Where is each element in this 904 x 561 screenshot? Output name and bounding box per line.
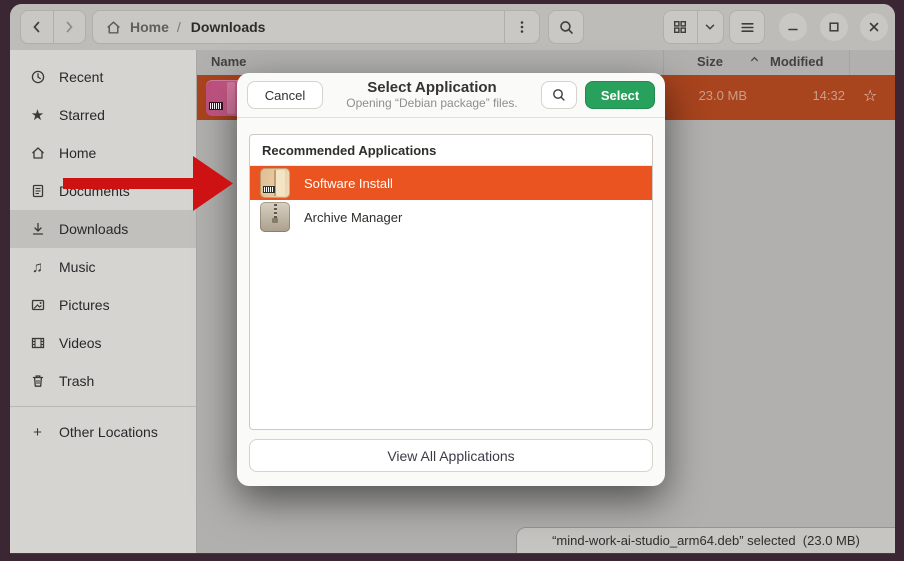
search-button[interactable]	[548, 10, 584, 44]
sidebar-label: Other Locations	[59, 424, 158, 440]
picture-icon	[29, 297, 46, 314]
statusbar-text: “mind-work-ai-studio_arm64.deb” selected…	[552, 533, 860, 548]
column-header-size[interactable]: Size	[697, 54, 723, 69]
dialog-search-button[interactable]	[541, 81, 577, 109]
sidebar-separator	[10, 406, 196, 407]
home-icon	[105, 19, 122, 36]
statusbar: “mind-work-ai-studio_arm64.deb” selected…	[516, 527, 895, 553]
path-menu-button[interactable]	[504, 11, 539, 43]
dialog-header: Cancel Select Application Opening “Debia…	[237, 73, 665, 118]
sidebar-item-starred[interactable]: ★ Starred	[10, 96, 196, 134]
kebab-menu-icon	[514, 19, 530, 35]
app-row-archive-manager[interactable]: Archive Manager	[250, 200, 652, 234]
app-row-software-install[interactable]: Software Install	[250, 166, 652, 200]
select-application-dialog: Cancel Select Application Opening “Debia…	[237, 73, 665, 486]
breadcrumb-root[interactable]: Home	[130, 19, 169, 35]
close-button[interactable]	[860, 13, 888, 41]
home-icon	[29, 145, 46, 162]
icon-detail	[274, 204, 277, 218]
column-header-name[interactable]: Name	[211, 54, 246, 69]
sidebar: Recent ★ Starred Home Documents	[10, 50, 197, 553]
download-icon	[29, 221, 46, 238]
minimize-icon	[786, 20, 800, 34]
sidebar-label: Downloads	[59, 221, 128, 237]
maximize-icon	[827, 20, 841, 34]
main-menu-button[interactable]	[729, 10, 765, 44]
select-button[interactable]: Select	[585, 81, 655, 109]
sidebar-label: Trash	[59, 373, 94, 389]
forward-button[interactable]	[54, 11, 86, 43]
clock-icon	[29, 69, 46, 86]
view-all-applications-button[interactable]: View All Applications	[249, 439, 653, 472]
view-options-button[interactable]	[698, 11, 723, 43]
history-nav-group	[20, 10, 86, 44]
sidebar-item-recent[interactable]: Recent	[10, 58, 196, 96]
sidebar-item-music[interactable]: ♫ Music	[10, 248, 196, 286]
document-icon	[29, 183, 46, 200]
music-icon: ♫	[29, 259, 46, 276]
grid-view-icon	[672, 19, 688, 35]
plus-icon: +	[29, 424, 46, 441]
icon-detail	[263, 186, 275, 193]
breadcrumb-current[interactable]: Downloads	[191, 19, 266, 35]
chevron-left-icon	[29, 19, 45, 35]
icon-detail	[272, 218, 278, 223]
sidebar-item-downloads[interactable]: Downloads	[10, 210, 196, 248]
sidebar-item-documents[interactable]: Documents	[10, 172, 196, 210]
view-toggle-split-button	[663, 10, 724, 44]
sidebar-label: Starred	[59, 107, 105, 123]
video-icon	[29, 335, 46, 352]
column-divider	[849, 50, 850, 75]
icon-detail	[276, 170, 285, 196]
sidebar-item-home[interactable]: Home	[10, 134, 196, 172]
sidebar-item-other-locations[interactable]: + Other Locations	[10, 413, 196, 451]
search-icon	[551, 87, 567, 103]
app-name: Software Install	[304, 176, 393, 191]
dialog-title: Select Application	[323, 79, 541, 96]
sidebar-label: Documents	[59, 183, 130, 199]
icon-detail	[227, 82, 235, 114]
file-size: 23.0 MB	[667, 88, 747, 103]
close-icon	[867, 20, 881, 34]
sidebar-label: Recent	[59, 69, 103, 85]
zip-archive-icon	[260, 202, 290, 232]
back-button[interactable]	[21, 11, 53, 43]
grid-view-button[interactable]	[664, 11, 697, 43]
minimize-button[interactable]	[779, 13, 807, 41]
titlebar: Home / Downloads	[10, 4, 895, 51]
breadcrumb[interactable]: Home / Downloads	[92, 10, 540, 44]
sidebar-label: Home	[59, 145, 96, 161]
star-icon: ★	[29, 107, 46, 124]
maximize-button[interactable]	[820, 13, 848, 41]
section-header: Recommended Applications	[250, 135, 652, 166]
dialog-title-block: Select Application Opening “Debian packa…	[323, 79, 541, 110]
app-name: Archive Manager	[304, 210, 402, 225]
column-divider	[663, 50, 664, 75]
dialog-content: Recommended Applications Software Instal…	[237, 118, 665, 472]
column-header-modified[interactable]: Modified	[770, 54, 823, 69]
sidebar-item-pictures[interactable]: Pictures	[10, 286, 196, 324]
hamburger-menu-icon	[739, 19, 756, 36]
sidebar-label: Music	[59, 259, 96, 275]
icon-detail	[209, 102, 223, 110]
sidebar-item-videos[interactable]: Videos	[10, 324, 196, 362]
trash-icon	[29, 373, 46, 390]
sidebar-item-trash[interactable]: Trash	[10, 362, 196, 400]
application-list: Recommended Applications Software Instal…	[249, 134, 653, 430]
chevron-down-icon	[703, 20, 717, 34]
deb-package-icon	[260, 168, 290, 198]
sidebar-label: Videos	[59, 335, 102, 351]
cancel-button[interactable]: Cancel	[247, 81, 323, 109]
sidebar-label: Pictures	[59, 297, 110, 313]
sort-ascending-icon	[749, 54, 760, 65]
file-modified-time: 14:32	[765, 88, 845, 103]
dialog-subtitle: Opening “Debian package” files.	[323, 97, 541, 111]
chevron-right-icon	[61, 19, 77, 35]
search-icon	[558, 19, 575, 36]
star-outline-icon[interactable]: ☆	[863, 86, 877, 106]
desktop-background: Home / Downloads	[0, 0, 904, 561]
breadcrumb-separator: /	[177, 19, 181, 35]
